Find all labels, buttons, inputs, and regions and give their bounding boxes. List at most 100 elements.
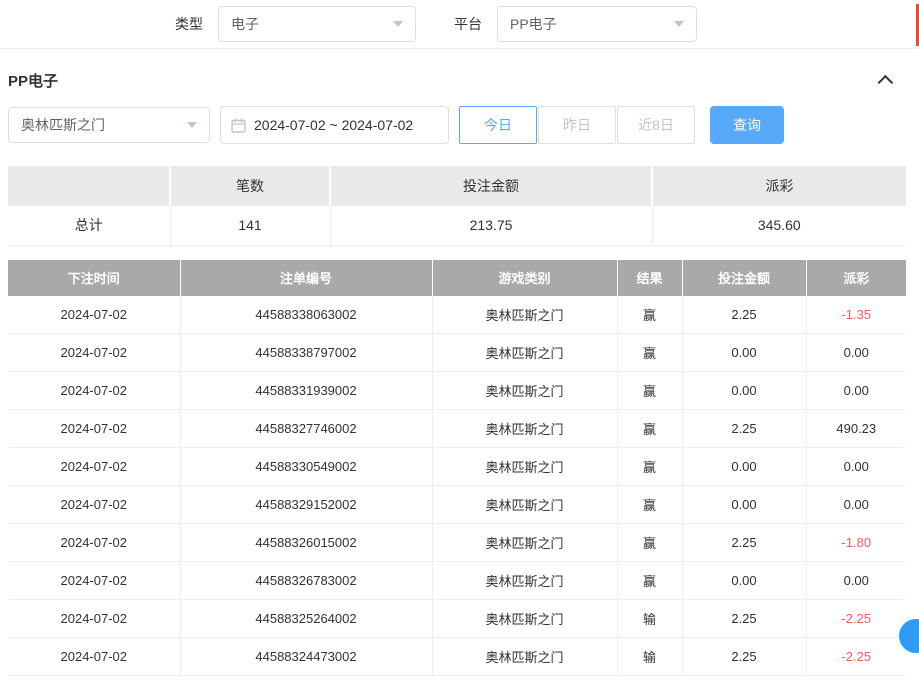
summary-total-row: 总计 141 213.75 345.60 (8, 206, 906, 245)
cell-payout: 0.00 (806, 372, 906, 410)
table-row: 2024-07-0244588325264002奥林匹斯之门输2.25-2.25 (8, 600, 906, 638)
summary-header-bet-amount: 投注金额 (330, 166, 652, 206)
chevron-down-icon (187, 122, 197, 128)
platform-select[interactable]: PP电子 (497, 6, 697, 42)
cell-game-type: 奥林匹斯之门 (432, 600, 617, 638)
query-button[interactable]: 查询 (710, 106, 784, 144)
cell-bet-time: 2024-07-02 (8, 448, 180, 486)
cell-bet-amount: 2.25 (682, 410, 806, 448)
cell-bet-time: 2024-07-02 (8, 524, 180, 562)
quick-range-button-0[interactable]: 今日 (459, 106, 537, 144)
cell-bet-amount: 2.25 (682, 600, 806, 638)
summary-header-row: 笔数 投注金额 派彩 (8, 166, 906, 206)
header-bet-id: 注单编号 (180, 260, 432, 296)
cell-payout: 490.23 (806, 410, 906, 448)
table-row: 2024-07-0244588326783002奥林匹斯之门赢0.000.00 (8, 562, 906, 600)
cell-bet-id: 44588327746002 (180, 410, 432, 448)
cell-bet-id: 44588338797002 (180, 334, 432, 372)
cell-payout: -1.35 (806, 296, 906, 334)
cell-game-type: 奥林匹斯之门 (432, 562, 617, 600)
cell-bet-time: 2024-07-02 (8, 486, 180, 524)
date-range-input[interactable]: 2024-07-02 ~ 2024-07-02 (220, 106, 449, 144)
cell-game-type: 奥林匹斯之门 (432, 372, 617, 410)
summary-header-payout: 派彩 (652, 166, 906, 206)
table-row: 2024-07-0244588330549002奥林匹斯之门赢0.000.00 (8, 448, 906, 486)
cell-payout: 0.00 (806, 448, 906, 486)
cell-bet-time: 2024-07-02 (8, 600, 180, 638)
type-label: 类型 (175, 14, 203, 34)
date-range-value: 2024-07-02 ~ 2024-07-02 (254, 117, 413, 133)
cell-payout: 0.00 (806, 562, 906, 600)
quick-range-button-1[interactable]: 昨日 (538, 106, 616, 144)
chevron-down-icon (393, 21, 403, 27)
cell-result: 赢 (617, 524, 682, 562)
cell-bet-id: 44588326783002 (180, 562, 432, 600)
summary-header-blank (8, 166, 170, 206)
cell-payout: -1.80 (806, 524, 906, 562)
topbar: 类型 电子 平台 PP电子 (0, 0, 919, 49)
cell-bet-amount: 2.25 (682, 638, 806, 676)
cell-bet-id: 44588331939002 (180, 372, 432, 410)
table-row: 2024-07-0244588327746002奥林匹斯之门赢2.25490.2… (8, 410, 906, 448)
cell-game-type: 奥林匹斯之门 (432, 486, 617, 524)
cell-result: 赢 (617, 410, 682, 448)
cell-bet-time: 2024-07-02 (8, 638, 180, 676)
collapse-chevron-up-icon[interactable] (878, 75, 894, 91)
game-select-value: 奥林匹斯之门 (21, 115, 105, 135)
cell-payout: 0.00 (806, 486, 906, 524)
cell-bet-id: 44588330549002 (180, 448, 432, 486)
chevron-down-icon (674, 21, 684, 27)
records-body: 2024-07-0244588338063002奥林匹斯之门赢2.25-1.35… (8, 296, 906, 676)
cell-bet-amount: 2.25 (682, 524, 806, 562)
cell-bet-id: 44588338063002 (180, 296, 432, 334)
summary-total-count: 141 (170, 206, 330, 245)
cell-result: 赢 (617, 334, 682, 372)
cell-payout: -2.25 (806, 638, 906, 676)
summary-header-count: 笔数 (170, 166, 330, 206)
cell-result: 赢 (617, 562, 682, 600)
cell-bet-amount: 2.25 (682, 296, 806, 334)
cell-result: 输 (617, 600, 682, 638)
cell-bet-time: 2024-07-02 (8, 334, 180, 372)
cell-bet-time: 2024-07-02 (8, 562, 180, 600)
platform-select-value: PP电子 (510, 14, 557, 34)
cell-game-type: 奥林匹斯之门 (432, 638, 617, 676)
calendar-icon (231, 118, 246, 133)
type-select[interactable]: 电子 (218, 6, 416, 42)
cell-bet-amount: 0.00 (682, 448, 806, 486)
cell-bet-id: 44588326015002 (180, 524, 432, 562)
cell-game-type: 奥林匹斯之门 (432, 334, 617, 372)
cell-bet-amount: 0.00 (682, 372, 806, 410)
platform-label: 平台 (454, 14, 482, 34)
section-title: PP电子 (8, 70, 58, 91)
summary-table: 笔数 投注金额 派彩 总计 141 213.75 345.60 (8, 166, 906, 246)
cell-result: 赢 (617, 486, 682, 524)
quick-range-button-2[interactable]: 近8日 (617, 106, 695, 144)
section-header: PP电子 (0, 49, 919, 91)
table-row: 2024-07-0244588331939002奥林匹斯之门赢0.000.00 (8, 372, 906, 410)
cell-payout: -2.25 (806, 600, 906, 638)
cell-result: 赢 (617, 296, 682, 334)
type-select-value: 电子 (231, 14, 259, 34)
table-row: 2024-07-0244588329152002奥林匹斯之门赢0.000.00 (8, 486, 906, 524)
cell-bet-id: 44588324473002 (180, 638, 432, 676)
header-bet-time: 下注时间 (8, 260, 180, 296)
cell-bet-amount: 0.00 (682, 562, 806, 600)
table-row: 2024-07-0244588324473002奥林匹斯之门输2.25-2.25 (8, 638, 906, 676)
quick-range-group: 今日昨日近8日 (459, 106, 696, 144)
table-row: 2024-07-0244588338797002奥林匹斯之门赢0.000.00 (8, 334, 906, 372)
cell-game-type: 奥林匹斯之门 (432, 524, 617, 562)
cell-bet-amount: 0.00 (682, 334, 806, 372)
cell-game-type: 奥林匹斯之门 (432, 410, 617, 448)
header-payout: 派彩 (806, 260, 906, 296)
records-table: 下注时间 注单编号 游戏类别 结果 投注金额 派彩 2024-07-024458… (8, 260, 906, 677)
header-game-type: 游戏类别 (432, 260, 617, 296)
header-result: 结果 (617, 260, 682, 296)
cell-game-type: 奥林匹斯之门 (432, 296, 617, 334)
cell-game-type: 奥林匹斯之门 (432, 448, 617, 486)
cell-payout: 0.00 (806, 334, 906, 372)
table-row: 2024-07-0244588326015002奥林匹斯之门赢2.25-1.80 (8, 524, 906, 562)
cell-bet-amount: 0.00 (682, 486, 806, 524)
summary-total-bet-amount: 213.75 (330, 206, 652, 245)
game-select[interactable]: 奥林匹斯之门 (8, 107, 210, 143)
